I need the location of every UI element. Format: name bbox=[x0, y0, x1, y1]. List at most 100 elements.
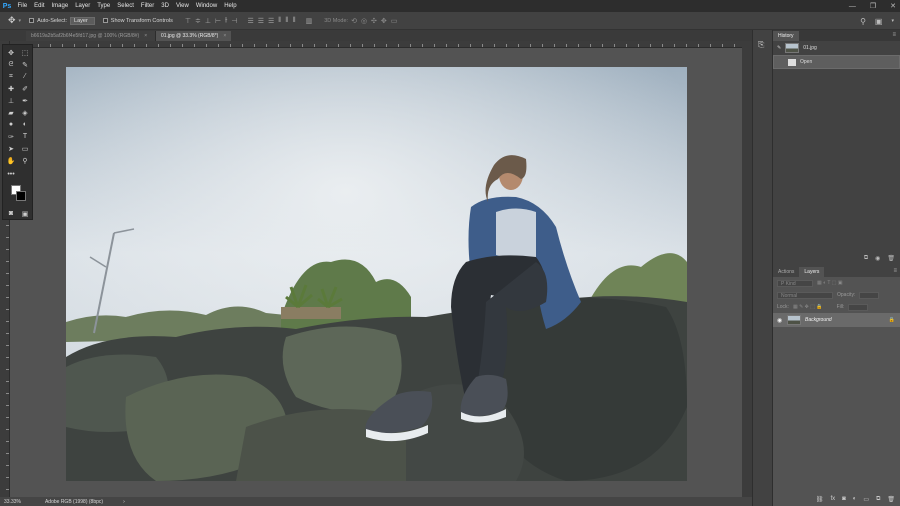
align-vcenter-icon[interactable]: ≑ bbox=[195, 17, 201, 25]
menu-3d[interactable]: 3D bbox=[158, 3, 173, 9]
type-tool-icon[interactable]: T bbox=[19, 131, 31, 142]
tab-actions[interactable]: Actions bbox=[773, 267, 799, 277]
document-image[interactable] bbox=[66, 67, 687, 481]
distribute-right-icon[interactable]: ⦀ bbox=[292, 17, 295, 25]
menu-file[interactable]: File bbox=[14, 3, 31, 9]
fx-icon[interactable]: fx bbox=[830, 496, 835, 502]
lasso-tool-icon[interactable]: ᘓ bbox=[5, 59, 17, 70]
quick-select-tool-icon[interactable]: ✎ bbox=[19, 59, 31, 70]
adjustment-layer-icon[interactable]: ◐ bbox=[853, 496, 857, 502]
kind-filter-dropdown[interactable]: P Kind bbox=[777, 279, 813, 287]
workspace-icon[interactable]: ▣ bbox=[875, 17, 883, 26]
align-hcenter-icon[interactable]: ⫲ bbox=[225, 17, 227, 25]
move-tool-icon[interactable]: ✥ bbox=[8, 15, 16, 26]
auto-select-checkbox[interactable] bbox=[29, 18, 35, 23]
healing-brush-tool-icon[interactable]: ✚ bbox=[5, 83, 17, 94]
distribute-vcenter-icon[interactable]: ☰ bbox=[258, 17, 264, 25]
auto-select-dropdown[interactable]: Layer bbox=[70, 16, 95, 25]
distribute-hcenter-icon[interactable]: ⦀ bbox=[285, 17, 288, 25]
menu-view[interactable]: View bbox=[172, 3, 192, 9]
camera-icon[interactable]: ◉ bbox=[875, 255, 880, 262]
eraser-tool-icon[interactable]: ▰ bbox=[5, 107, 17, 118]
tab-document-1[interactable]: b6619a2b5af2b6f4e5fd17.jpg @ 100% (RGB/8… bbox=[26, 31, 156, 41]
menu-filter[interactable]: Filter bbox=[137, 3, 157, 9]
dodge-tool-icon[interactable]: ◐ bbox=[19, 119, 31, 130]
paint-bucket-tool-icon[interactable]: ◈ bbox=[19, 107, 31, 118]
menu-select[interactable]: Select bbox=[114, 3, 138, 9]
eyedropper-tool-icon[interactable]: ⁄ bbox=[19, 71, 31, 82]
more-tools-icon[interactable]: ••• bbox=[5, 169, 17, 180]
history-panel-icon[interactable]: ⎘ bbox=[758, 40, 764, 50]
opacity-field[interactable] bbox=[859, 291, 880, 299]
panel-menu-icon[interactable]: ≡ bbox=[892, 32, 896, 38]
fill-field[interactable] bbox=[848, 303, 869, 311]
marquee-tool-icon[interactable]: ⬚ bbox=[19, 47, 31, 58]
close-icon[interactable]: ✕ bbox=[890, 2, 896, 10]
chevron-right-icon[interactable]: › bbox=[123, 499, 125, 505]
add-mask-icon[interactable]: ◙ bbox=[842, 496, 846, 502]
brush-tool-icon[interactable]: ✐ bbox=[19, 83, 31, 94]
tab-document-2[interactable]: 01.jpg @ 33.3% (RGB/8*) × bbox=[156, 31, 232, 41]
screen-mode-icon[interactable]: ▣ bbox=[19, 208, 31, 219]
history-brush-tool-icon[interactable]: ✒ bbox=[19, 95, 31, 106]
panel-menu-icon[interactable]: ≡ bbox=[893, 268, 897, 274]
align-left-icon[interactable]: ⊢ bbox=[215, 17, 221, 25]
link-layers-icon[interactable]: ⛓ bbox=[816, 496, 824, 503]
pen-tool-icon[interactable]: ✑ bbox=[5, 131, 17, 142]
tab-layers[interactable]: Layers bbox=[799, 267, 825, 277]
search-icon[interactable]: ⚲ bbox=[860, 17, 866, 26]
3d-rotate-icon[interactable]: ⟲ bbox=[351, 17, 357, 25]
lock-icons[interactable]: ▦ ✎ ✥ ⬚ 🔒 bbox=[793, 304, 823, 310]
transform-controls-checkbox[interactable] bbox=[102, 18, 108, 23]
3d-scale-icon[interactable]: ▭ bbox=[391, 17, 398, 25]
eye-icon[interactable]: ◉ bbox=[777, 317, 783, 324]
blend-mode-dropdown[interactable]: Normal bbox=[777, 291, 833, 299]
3d-pan-icon[interactable]: ✣ bbox=[371, 17, 377, 25]
3d-roll-icon[interactable]: ◎ bbox=[361, 17, 367, 25]
align-top-icon[interactable]: ⊤ bbox=[185, 17, 191, 25]
filter-icons[interactable]: ▦ ◐ T ⬚ ▣ bbox=[817, 280, 843, 286]
menu-edit[interactable]: Edit bbox=[31, 3, 48, 9]
close-icon[interactable]: × bbox=[144, 33, 147, 39]
3d-slide-icon[interactable]: ✥ bbox=[381, 17, 387, 25]
zoom-tool-icon[interactable]: ⚲ bbox=[19, 155, 31, 166]
brush-source-icon[interactable]: ✎ bbox=[777, 45, 781, 51]
chevron-down-icon[interactable]: ▾ bbox=[891, 18, 894, 24]
trash-icon[interactable]: 🗑 bbox=[887, 496, 895, 503]
history-snapshot[interactable]: ✎ 01.jpg bbox=[773, 41, 900, 55]
clone-stamp-tool-icon[interactable]: ⊥ bbox=[5, 95, 17, 106]
distribute-top-icon[interactable]: ☰ bbox=[247, 17, 253, 25]
menu-help[interactable]: Help bbox=[221, 3, 240, 9]
menu-layer[interactable]: Layer bbox=[72, 3, 94, 9]
align-bottom-icon[interactable]: ⊥ bbox=[205, 17, 211, 25]
restore-icon[interactable]: ❐ bbox=[870, 2, 876, 10]
new-group-icon[interactable]: ▭ bbox=[863, 496, 869, 503]
vertical-scrollbar[interactable] bbox=[742, 41, 752, 498]
tab-history[interactable]: History bbox=[773, 31, 799, 41]
crop-tool-icon[interactable]: ⌗ bbox=[5, 71, 17, 82]
menu-type[interactable]: Type bbox=[94, 3, 114, 9]
background-color-swatch[interactable] bbox=[16, 191, 26, 201]
close-icon[interactable]: × bbox=[223, 33, 226, 39]
hand-tool-icon[interactable]: ✋ bbox=[5, 155, 17, 166]
menu-image[interactable]: Image bbox=[48, 3, 72, 9]
minimize-icon[interactable]: — bbox=[849, 3, 856, 10]
chevron-down-icon[interactable]: ▾ bbox=[19, 18, 22, 24]
distribute-left-icon[interactable]: ⦀ bbox=[278, 17, 281, 25]
ruler-horizontal[interactable] bbox=[10, 41, 742, 48]
path-select-tool-icon[interactable]: ➤ bbox=[5, 143, 17, 154]
auto-align-icon[interactable]: ▥ bbox=[306, 17, 313, 25]
quick-mask-icon[interactable]: ◙ bbox=[5, 208, 17, 219]
layer-row[interactable]: ◉ Background 🔒 bbox=[773, 313, 900, 327]
trash-icon[interactable]: 🗑 bbox=[887, 255, 895, 262]
zoom-level[interactable]: 33.33% bbox=[4, 499, 21, 505]
menu-window[interactable]: Window bbox=[192, 3, 220, 9]
new-layer-icon[interactable]: ⧉ bbox=[876, 496, 880, 503]
rectangle-tool-icon[interactable]: ▭ bbox=[19, 143, 31, 154]
new-document-icon[interactable]: ⧉ bbox=[864, 255, 868, 262]
blur-tool-icon[interactable]: ● bbox=[5, 119, 17, 130]
distribute-bottom-icon[interactable]: ☰ bbox=[268, 17, 274, 25]
move-tool-icon[interactable]: ✥ bbox=[5, 47, 17, 58]
align-right-icon[interactable]: ⊣ bbox=[231, 17, 237, 25]
history-state[interactable]: Open bbox=[773, 55, 900, 69]
